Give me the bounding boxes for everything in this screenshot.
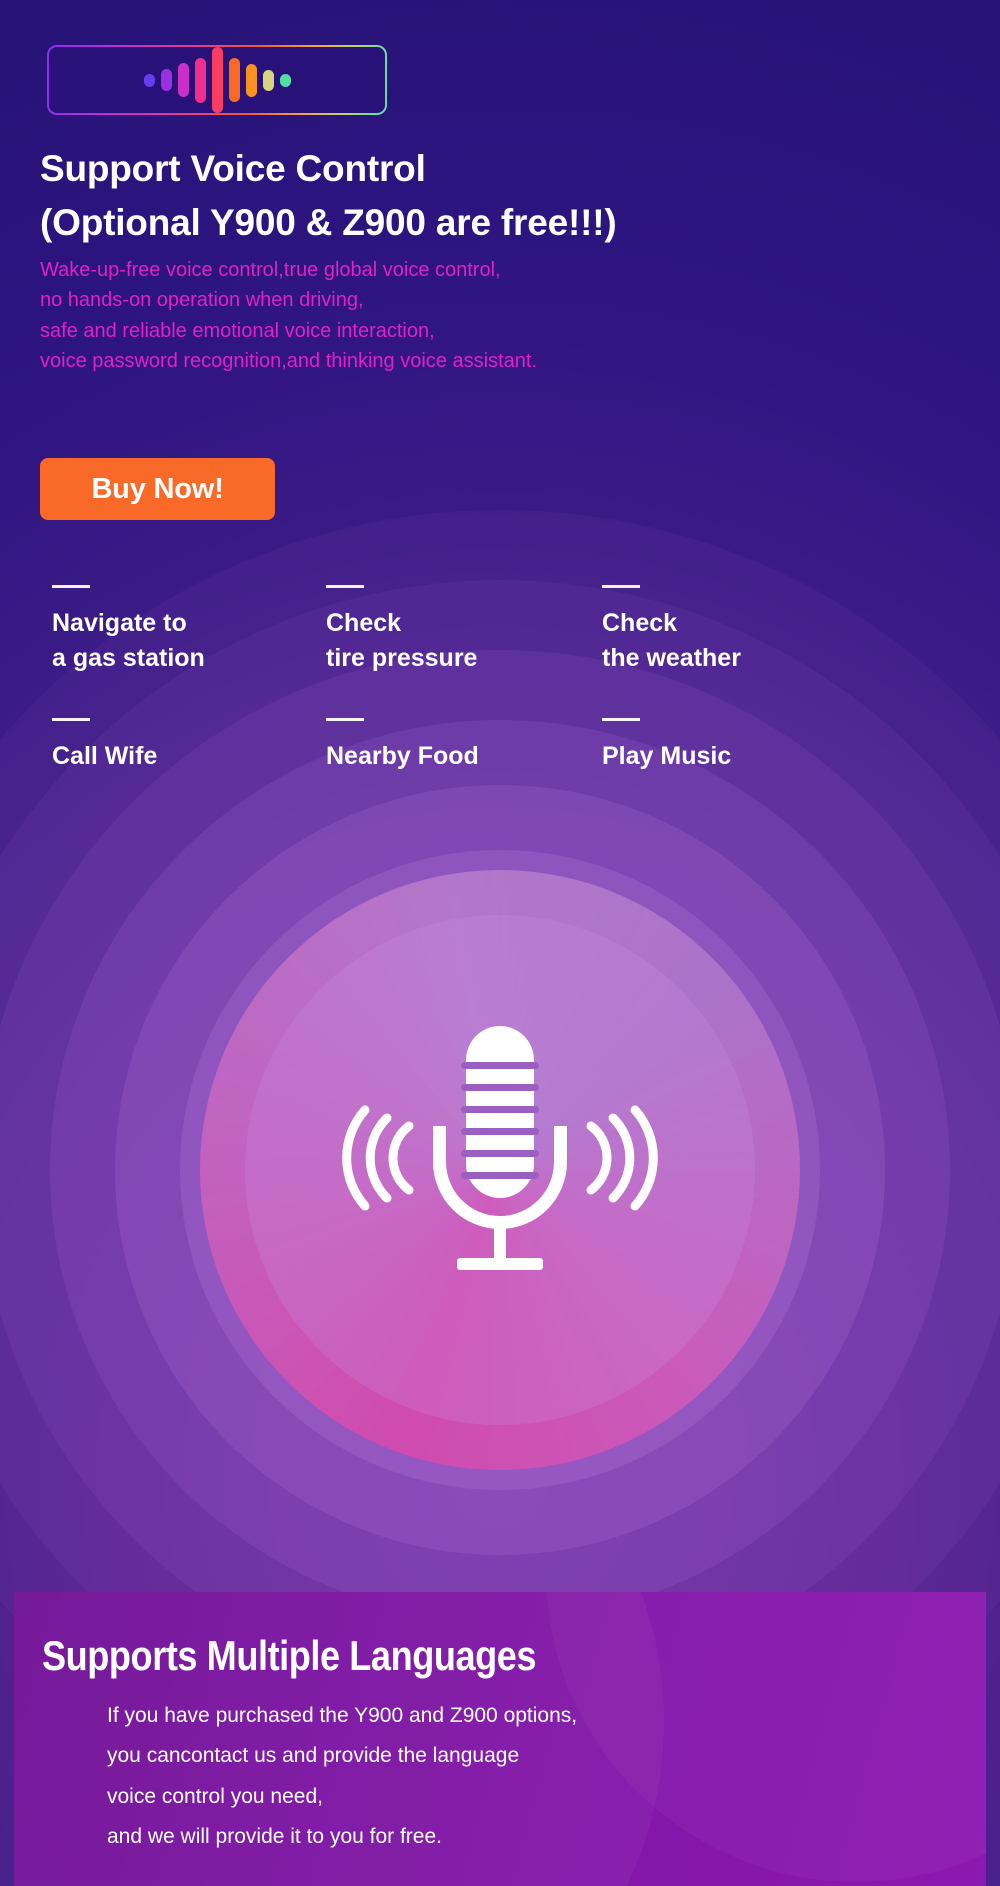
feature-item-6[interactable]: Play Music: [602, 718, 952, 774]
microphone-icon: [335, 1018, 665, 1318]
feature-label: Check tire pressure: [326, 609, 478, 672]
title-line-1: Support Voice Control: [40, 148, 426, 189]
dash-icon: [326, 585, 364, 588]
hero-subtitle: Wake-up-free voice control,true global v…: [40, 255, 940, 377]
feature-label: Nearby Food: [326, 742, 479, 770]
feature-item-2[interactable]: Check tire pressure: [326, 585, 602, 676]
waveform-bar-5: [211, 47, 223, 113]
dash-icon: [326, 718, 364, 721]
language-body-line-1: If you have purchased the Y900 and Z900 …: [107, 1704, 578, 1727]
waveform-bar-2: [160, 69, 172, 91]
feature-label: Call Wife: [52, 742, 158, 770]
feature-label: Navigate to a gas station: [52, 609, 205, 672]
language-body-line-4: and we will provide it to you for free.: [107, 1824, 442, 1848]
language-body-line-2: you cancontact us and provide the langua…: [107, 1744, 520, 1768]
subtitle-line-3: safe and reliable emotional voice intera…: [40, 319, 435, 342]
language-panel-title: Supports Multiple Languages: [42, 1632, 537, 1679]
feature-item-4[interactable]: Call Wife: [52, 718, 326, 774]
dash-icon: [602, 718, 640, 721]
voice-waveform-card: [47, 45, 387, 115]
language-panel-body: If you have purchased the Y900 and Z900 …: [107, 1696, 986, 1857]
waveform-bar-7: [245, 63, 257, 97]
waveform-bar-9: [279, 73, 291, 87]
waveform-bar-3: [177, 63, 189, 97]
feature-label: Play Music: [602, 742, 732, 770]
waveform-bar-8: [262, 69, 274, 91]
feature-grid: Navigate to a gas station Check tire pres…: [52, 585, 952, 774]
subtitle-line-2: no hands-on operation when driving,: [40, 289, 364, 312]
dash-icon: [602, 585, 640, 588]
waveform-bar-1: [143, 73, 155, 87]
voice-waveform: [49, 47, 385, 113]
feature-item-5[interactable]: Nearby Food: [326, 718, 602, 774]
waveform-bar-6: [228, 58, 240, 102]
buy-now-button[interactable]: Buy Now!: [40, 458, 275, 520]
dash-icon: [52, 585, 90, 588]
subtitle-line-4: voice password recognition,and thinking …: [40, 350, 537, 373]
subtitle-line-1: Wake-up-free voice control,true global v…: [40, 259, 501, 281]
title-line-2: (Optional Y900 & Z900 are free!!!): [40, 202, 617, 244]
feature-item-3[interactable]: Check the weather: [602, 585, 952, 676]
promo-page: Support Voice Control (Optional Y900 & Z…: [0, 0, 1000, 1886]
waveform-bar-4: [194, 57, 206, 103]
page-title: Support Voice Control (Optional Y900 & Z…: [40, 142, 970, 250]
feature-item-1[interactable]: Navigate to a gas station: [52, 585, 326, 676]
language-body-line-3: voice control you need,: [107, 1784, 323, 1808]
language-support-panel: Supports Multiple Languages If you have …: [14, 1592, 986, 1886]
dash-icon: [52, 718, 90, 721]
feature-label: Check the weather: [602, 609, 741, 672]
